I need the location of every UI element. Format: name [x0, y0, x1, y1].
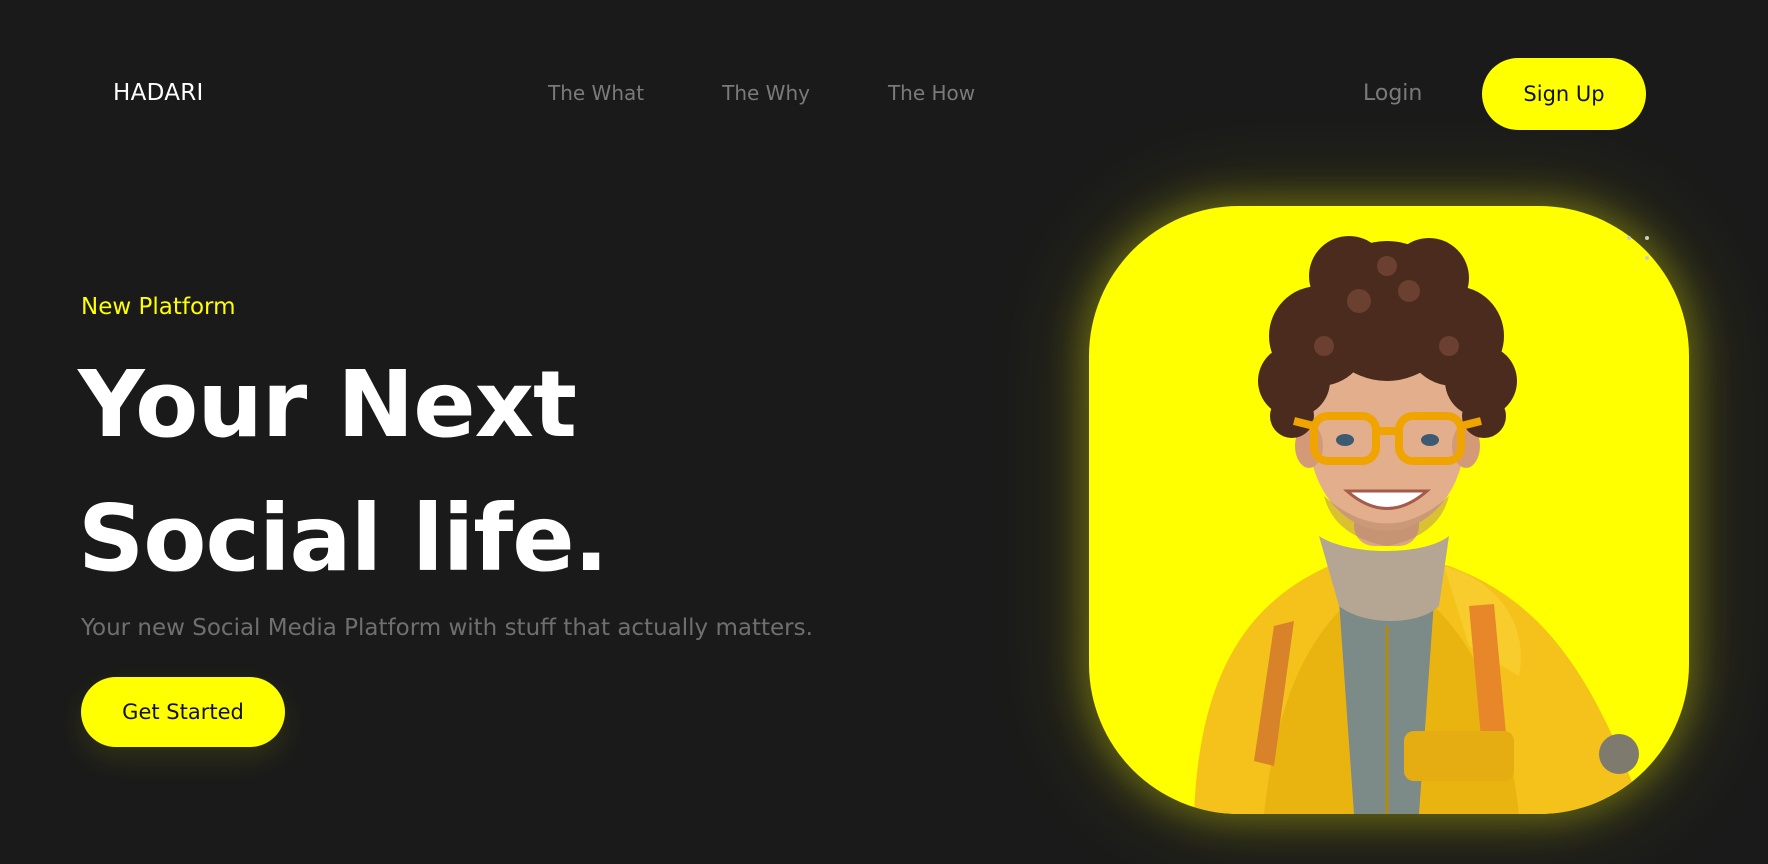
- avatar-illustration-icon: [1194, 236, 1644, 814]
- hero-eyebrow: New Platform: [81, 294, 236, 320]
- main-nav: The What The Why The How: [548, 81, 975, 105]
- nav-link-the-what[interactable]: The What: [548, 81, 644, 105]
- hero-subtitle: Your new Social Media Platform with stuf…: [81, 615, 813, 641]
- hero-headline: Your Next Social life.: [78, 338, 609, 606]
- landing-page: HADARI The What The Why The How Login Si…: [0, 0, 1768, 864]
- nav-link-the-how[interactable]: The How: [888, 81, 975, 105]
- nav-link-the-why[interactable]: The Why: [722, 81, 810, 105]
- get-started-button[interactable]: Get Started: [81, 677, 285, 747]
- brand-logo[interactable]: HADARI: [113, 80, 204, 106]
- signup-button[interactable]: Sign Up: [1482, 58, 1646, 130]
- headline-line-2: Social life.: [78, 485, 609, 592]
- decorative-dots-icon: [1627, 236, 1649, 260]
- headline-line-1: Your Next: [78, 351, 577, 458]
- hero-image-card: [1089, 206, 1689, 814]
- login-link[interactable]: Login: [1363, 81, 1422, 106]
